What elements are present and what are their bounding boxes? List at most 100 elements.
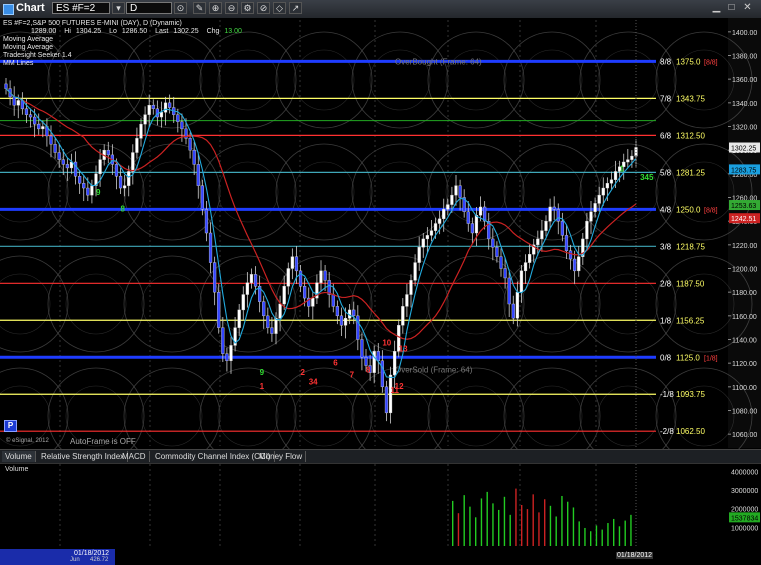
candle-body [225, 353, 229, 362]
price-chart[interactable]: 8/8 1375.0 [8/8]7/8 1343.756/8 1312.505/8 128… [0, 18, 761, 565]
lock-icon[interactable]: ◇ [273, 2, 286, 14]
study-3[interactable]: Tradesight Seeker 1.4 [3, 52, 242, 60]
quote-line: 1289.00 Hi 1304.25 Lo 1286.50 Last 1302.… [3, 28, 242, 36]
footer-sub2: 426.72 [90, 557, 109, 563]
candle-body [57, 152, 61, 160]
y-tick-label: 1400.00 [732, 30, 757, 37]
draw-pencil-icon[interactable]: ✎ [193, 2, 206, 14]
candle-body [168, 102, 172, 108]
candle-body [98, 159, 102, 175]
candle-body [61, 159, 65, 165]
candle-body [573, 258, 577, 272]
candle-body [49, 135, 53, 145]
candle-body [491, 238, 495, 248]
volume-bar [613, 518, 615, 546]
signal-label: 1 [260, 382, 265, 391]
zoom-out-icon[interactable]: ⊖ [225, 2, 238, 14]
y-tick-label: 1200.00 [732, 267, 757, 274]
volume-bar [567, 501, 569, 546]
study-1[interactable]: Moving Average [3, 36, 242, 44]
price-badge-label: 1283.75 [731, 167, 756, 174]
p-icon[interactable]: P [4, 420, 17, 432]
mm-value-8-8: 1375.0 [676, 57, 701, 66]
candle-body [282, 286, 286, 305]
candle-body [106, 149, 110, 156]
y-tick-label: 1360.00 [732, 77, 757, 84]
candle-body [114, 164, 119, 177]
volume-bar [601, 529, 603, 546]
quote-chg: 13.00 [224, 28, 242, 35]
candle-body [356, 315, 360, 340]
candle-body [253, 274, 258, 287]
candle-body [544, 220, 548, 231]
candle-body [65, 164, 69, 169]
candle-body [552, 206, 556, 210]
time-axis-footer: 01/18/2012 Jun 426.72 01/18/2012 [0, 549, 761, 565]
mm-label-6-8: 6/8 [660, 131, 672, 140]
interval-input[interactable]: D [126, 2, 172, 14]
candle-body [249, 274, 254, 283]
tab-volume[interactable]: Volume [2, 451, 36, 462]
signal-label: 7 [350, 370, 355, 379]
zoom-in-icon[interactable]: ⊕ [209, 2, 222, 14]
minimize-icon[interactable]: ▁ [710, 2, 723, 14]
candle-body [200, 185, 204, 210]
volume-bar [486, 491, 488, 546]
maximize-icon[interactable]: □ [725, 2, 738, 14]
candle-body [208, 232, 213, 263]
candle-body [245, 282, 249, 295]
candle-body [605, 183, 609, 189]
candle-body [278, 303, 282, 319]
volume-bar [498, 509, 500, 546]
chart-window-icon [3, 4, 14, 15]
candle-body [519, 270, 524, 293]
y-tick-label: 1220.00 [732, 243, 757, 250]
candle-body [568, 250, 573, 260]
study-2[interactable]: Moving Average [3, 44, 242, 52]
candle-body [458, 185, 462, 198]
tab-money-flow[interactable]: Money Flow [256, 451, 307, 462]
signal-label: 345 [640, 173, 654, 182]
candle-body [196, 164, 200, 186]
price-badge-label: 1242.51 [731, 216, 756, 223]
candle-body [159, 112, 164, 118]
candle-body [213, 262, 217, 293]
candle-body [331, 294, 335, 307]
y-tick-label: 1140.00 [732, 338, 757, 345]
candle-body [585, 220, 589, 240]
y-tick-label: 1080.00 [732, 409, 757, 416]
study-tabs: Volume Relative Strength Index MACD Comm… [0, 449, 761, 464]
tab-macd[interactable]: MACD [119, 451, 150, 462]
link-icon[interactable]: ⊘ [257, 2, 270, 14]
candle-body [393, 351, 397, 376]
candle-body [511, 303, 515, 319]
search-icon[interactable]: ⊙ [174, 2, 187, 14]
candle-body [319, 270, 323, 283]
candle-body [384, 386, 389, 414]
candle-body [176, 114, 180, 122]
candle-body [180, 121, 184, 130]
signal-label: 1 [620, 164, 625, 173]
candle-body [311, 297, 315, 307]
properties-icon[interactable]: ⚙ [241, 2, 254, 14]
symbol-input[interactable]: ES #F=2 [52, 2, 110, 14]
volume-bar [630, 514, 632, 546]
symbol-dropdown-icon[interactable]: ▾ [112, 2, 125, 14]
y-tick-label: 1320.00 [732, 125, 757, 132]
close-icon[interactable]: ✕ [741, 2, 754, 14]
candle-body [135, 138, 139, 153]
study-4[interactable]: MM Lines [3, 60, 242, 68]
mm-label-7-8: 7/8 [660, 94, 672, 103]
signal-label: 34 [309, 377, 318, 386]
copyright: © eSignal, 2012 [6, 438, 49, 444]
volume-bar [544, 499, 546, 546]
candle-body [266, 315, 270, 328]
volume-bar [572, 507, 575, 546]
mm-label-2-8: 2/8 [660, 279, 672, 288]
cursor-icon[interactable]: ↗ [289, 2, 302, 14]
tab-rsi[interactable]: Relative Strength Index [38, 451, 129, 462]
signal-label: 8 [121, 205, 126, 214]
candle-body [151, 104, 155, 109]
candle-body [123, 185, 127, 189]
candle-body [536, 238, 540, 246]
